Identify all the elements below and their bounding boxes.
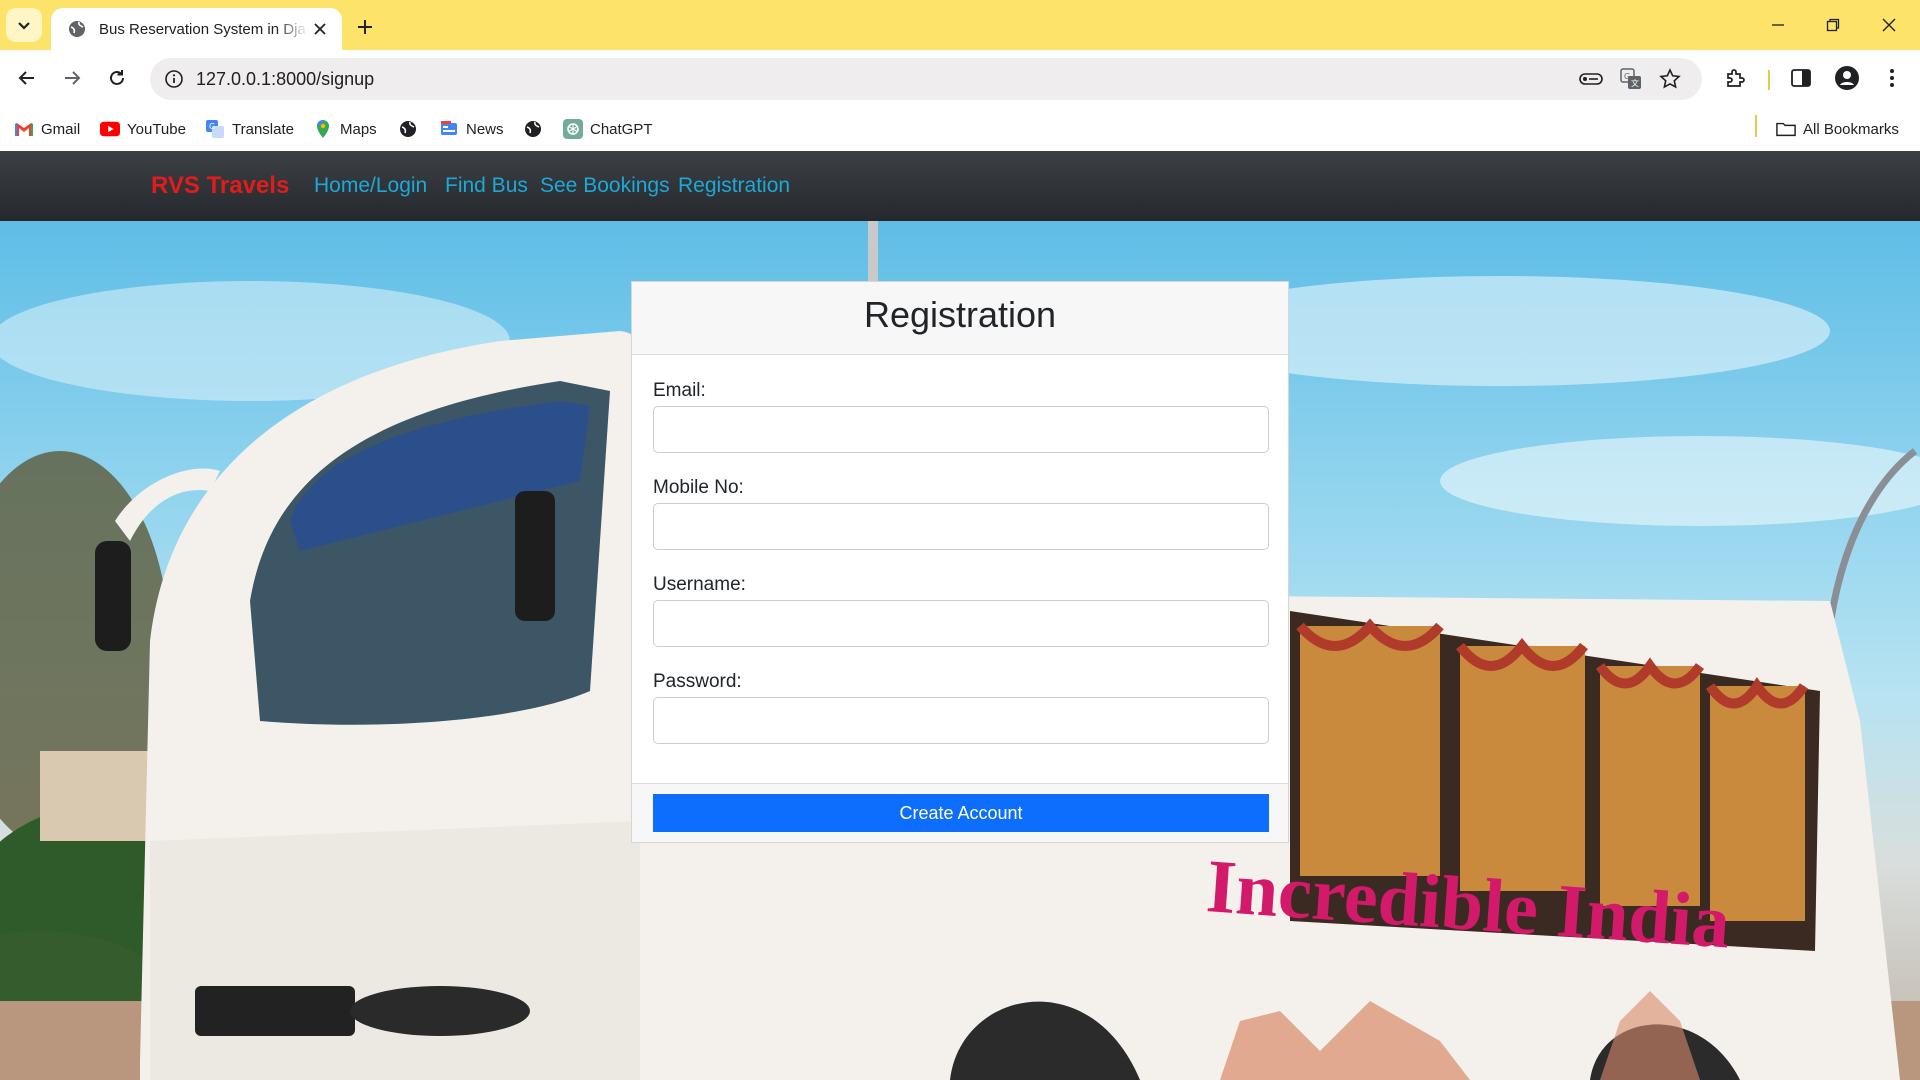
card-header: Registration: [632, 282, 1288, 355]
back-button[interactable]: [9, 60, 45, 96]
arrow-right-icon: [65, 71, 81, 85]
svg-text:文: 文: [1631, 78, 1639, 88]
profile-button[interactable]: [1830, 61, 1864, 95]
mobile-label: Mobile No:: [653, 477, 744, 498]
close-icon: [314, 23, 326, 35]
site-info-button[interactable]: [162, 67, 186, 91]
bookmark-chatgpt[interactable]: ChatGPT: [563, 116, 653, 142]
translate-page-button[interactable]: G文: [1618, 67, 1644, 91]
address-bar[interactable]: 127.0.0.1:8000/signup G文: [150, 58, 1702, 100]
news-icon: [439, 119, 459, 139]
globe-icon: [69, 21, 85, 37]
maps-icon: [313, 119, 333, 139]
site-navbar: RVS Travels Home/Login Find Bus See Book…: [0, 151, 1920, 221]
nav-find-bus[interactable]: Find Bus: [445, 174, 528, 198]
bookmark-translate[interactable]: G Translate: [205, 116, 294, 142]
nav-see-bookings[interactable]: See Bookings: [540, 174, 670, 198]
tab-search-button[interactable]: [6, 8, 42, 42]
bookmark-label: YouTube: [127, 120, 186, 138]
registration-card: Registration Email: Mobile No: Username:…: [631, 281, 1289, 843]
nav-home-login[interactable]: Home/Login: [314, 174, 427, 198]
all-bookmarks-label: All Bookmarks: [1803, 120, 1899, 138]
svg-text:G: G: [1624, 72, 1630, 81]
bookmarks-divider: [1755, 115, 1757, 137]
chrome-menu-button[interactable]: [1875, 61, 1909, 95]
gmail-icon: [14, 119, 34, 139]
bookmark-star-button[interactable]: [1657, 67, 1683, 91]
bookmark-label: ChatGPT: [590, 120, 653, 138]
youtube-icon: [100, 119, 120, 139]
bookmark-globe-2[interactable]: [523, 116, 550, 142]
reload-button[interactable]: [99, 60, 135, 96]
password-label: Password:: [653, 671, 742, 692]
avatar-icon: [1835, 66, 1859, 90]
translate-icon: G: [205, 119, 225, 139]
info-icon: [165, 70, 183, 88]
side-panel-icon: [1791, 69, 1811, 87]
bookmark-label: Maps: [340, 120, 377, 138]
plus-icon: [358, 20, 372, 34]
puzzle-icon: [1727, 69, 1745, 87]
bookmark-youtube[interactable]: YouTube: [100, 116, 186, 142]
all-bookmarks-button[interactable]: All Bookmarks: [1776, 116, 1899, 142]
toolbar-divider: [1768, 70, 1770, 90]
reload-icon: [110, 70, 124, 85]
password-field[interactable]: [653, 697, 1269, 744]
mobile-field[interactable]: [653, 503, 1269, 550]
site-brand[interactable]: RVS Travels: [151, 172, 289, 200]
svg-text:G: G: [209, 122, 215, 131]
email-field[interactable]: [653, 406, 1269, 453]
bookmark-label: Translate: [232, 120, 294, 138]
restore-button[interactable]: [1808, 8, 1858, 42]
browser-toolbar: 127.0.0.1:8000/signup G文: [0, 50, 1920, 108]
url-text[interactable]: 127.0.0.1:8000/signup: [196, 69, 374, 90]
browser-tab-active[interactable]: Bus Reservation System in Django: [51, 8, 342, 50]
username-field[interactable]: [653, 600, 1269, 647]
globe-icon: [398, 119, 418, 139]
bookmarks-bar: Gmail YouTube G Translate Maps News Chat…: [0, 108, 1920, 151]
tab-title: Bus Reservation System in Django: [99, 20, 308, 38]
translate-icon: G文: [1620, 68, 1641, 89]
arrow-left-icon: [18, 71, 34, 85]
restore-icon: [1826, 18, 1840, 32]
bookmark-maps[interactable]: Maps: [313, 116, 377, 142]
new-tab-button[interactable]: [350, 12, 380, 42]
chatgpt-icon: [563, 119, 583, 139]
chevron-down-icon: [18, 22, 30, 30]
nav-registration[interactable]: Registration: [678, 174, 790, 198]
browser-tab-strip: Bus Reservation System in Django: [0, 0, 1920, 50]
key-icon: [1579, 73, 1603, 85]
bookmark-label: News: [466, 120, 504, 138]
star-icon: [1659, 68, 1681, 89]
email-label: Email:: [653, 380, 706, 401]
forward-button[interactable]: [54, 60, 90, 96]
close-window-button[interactable]: [1864, 8, 1914, 42]
bookmark-globe-1[interactable]: [398, 116, 425, 142]
close-icon: [1882, 18, 1896, 32]
more-vertical-icon: [1890, 69, 1894, 87]
password-key-button[interactable]: [1578, 67, 1604, 91]
globe-icon: [523, 119, 543, 139]
page-title: Registration: [863, 294, 1057, 335]
minimize-button[interactable]: [1753, 8, 1803, 42]
username-label: Username:: [653, 574, 746, 595]
folder-icon: [1776, 119, 1796, 139]
extensions-button[interactable]: [1719, 61, 1753, 95]
create-account-button[interactable]: Create Account: [653, 794, 1269, 832]
tab-close-button[interactable]: [308, 17, 332, 41]
bookmark-news[interactable]: News: [439, 116, 504, 142]
bookmark-gmail[interactable]: Gmail: [14, 116, 80, 142]
bookmark-label: Gmail: [41, 120, 81, 138]
minimize-icon: [1772, 24, 1784, 26]
card-footer: Create Account: [632, 783, 1288, 842]
side-panel-button[interactable]: [1784, 61, 1818, 95]
